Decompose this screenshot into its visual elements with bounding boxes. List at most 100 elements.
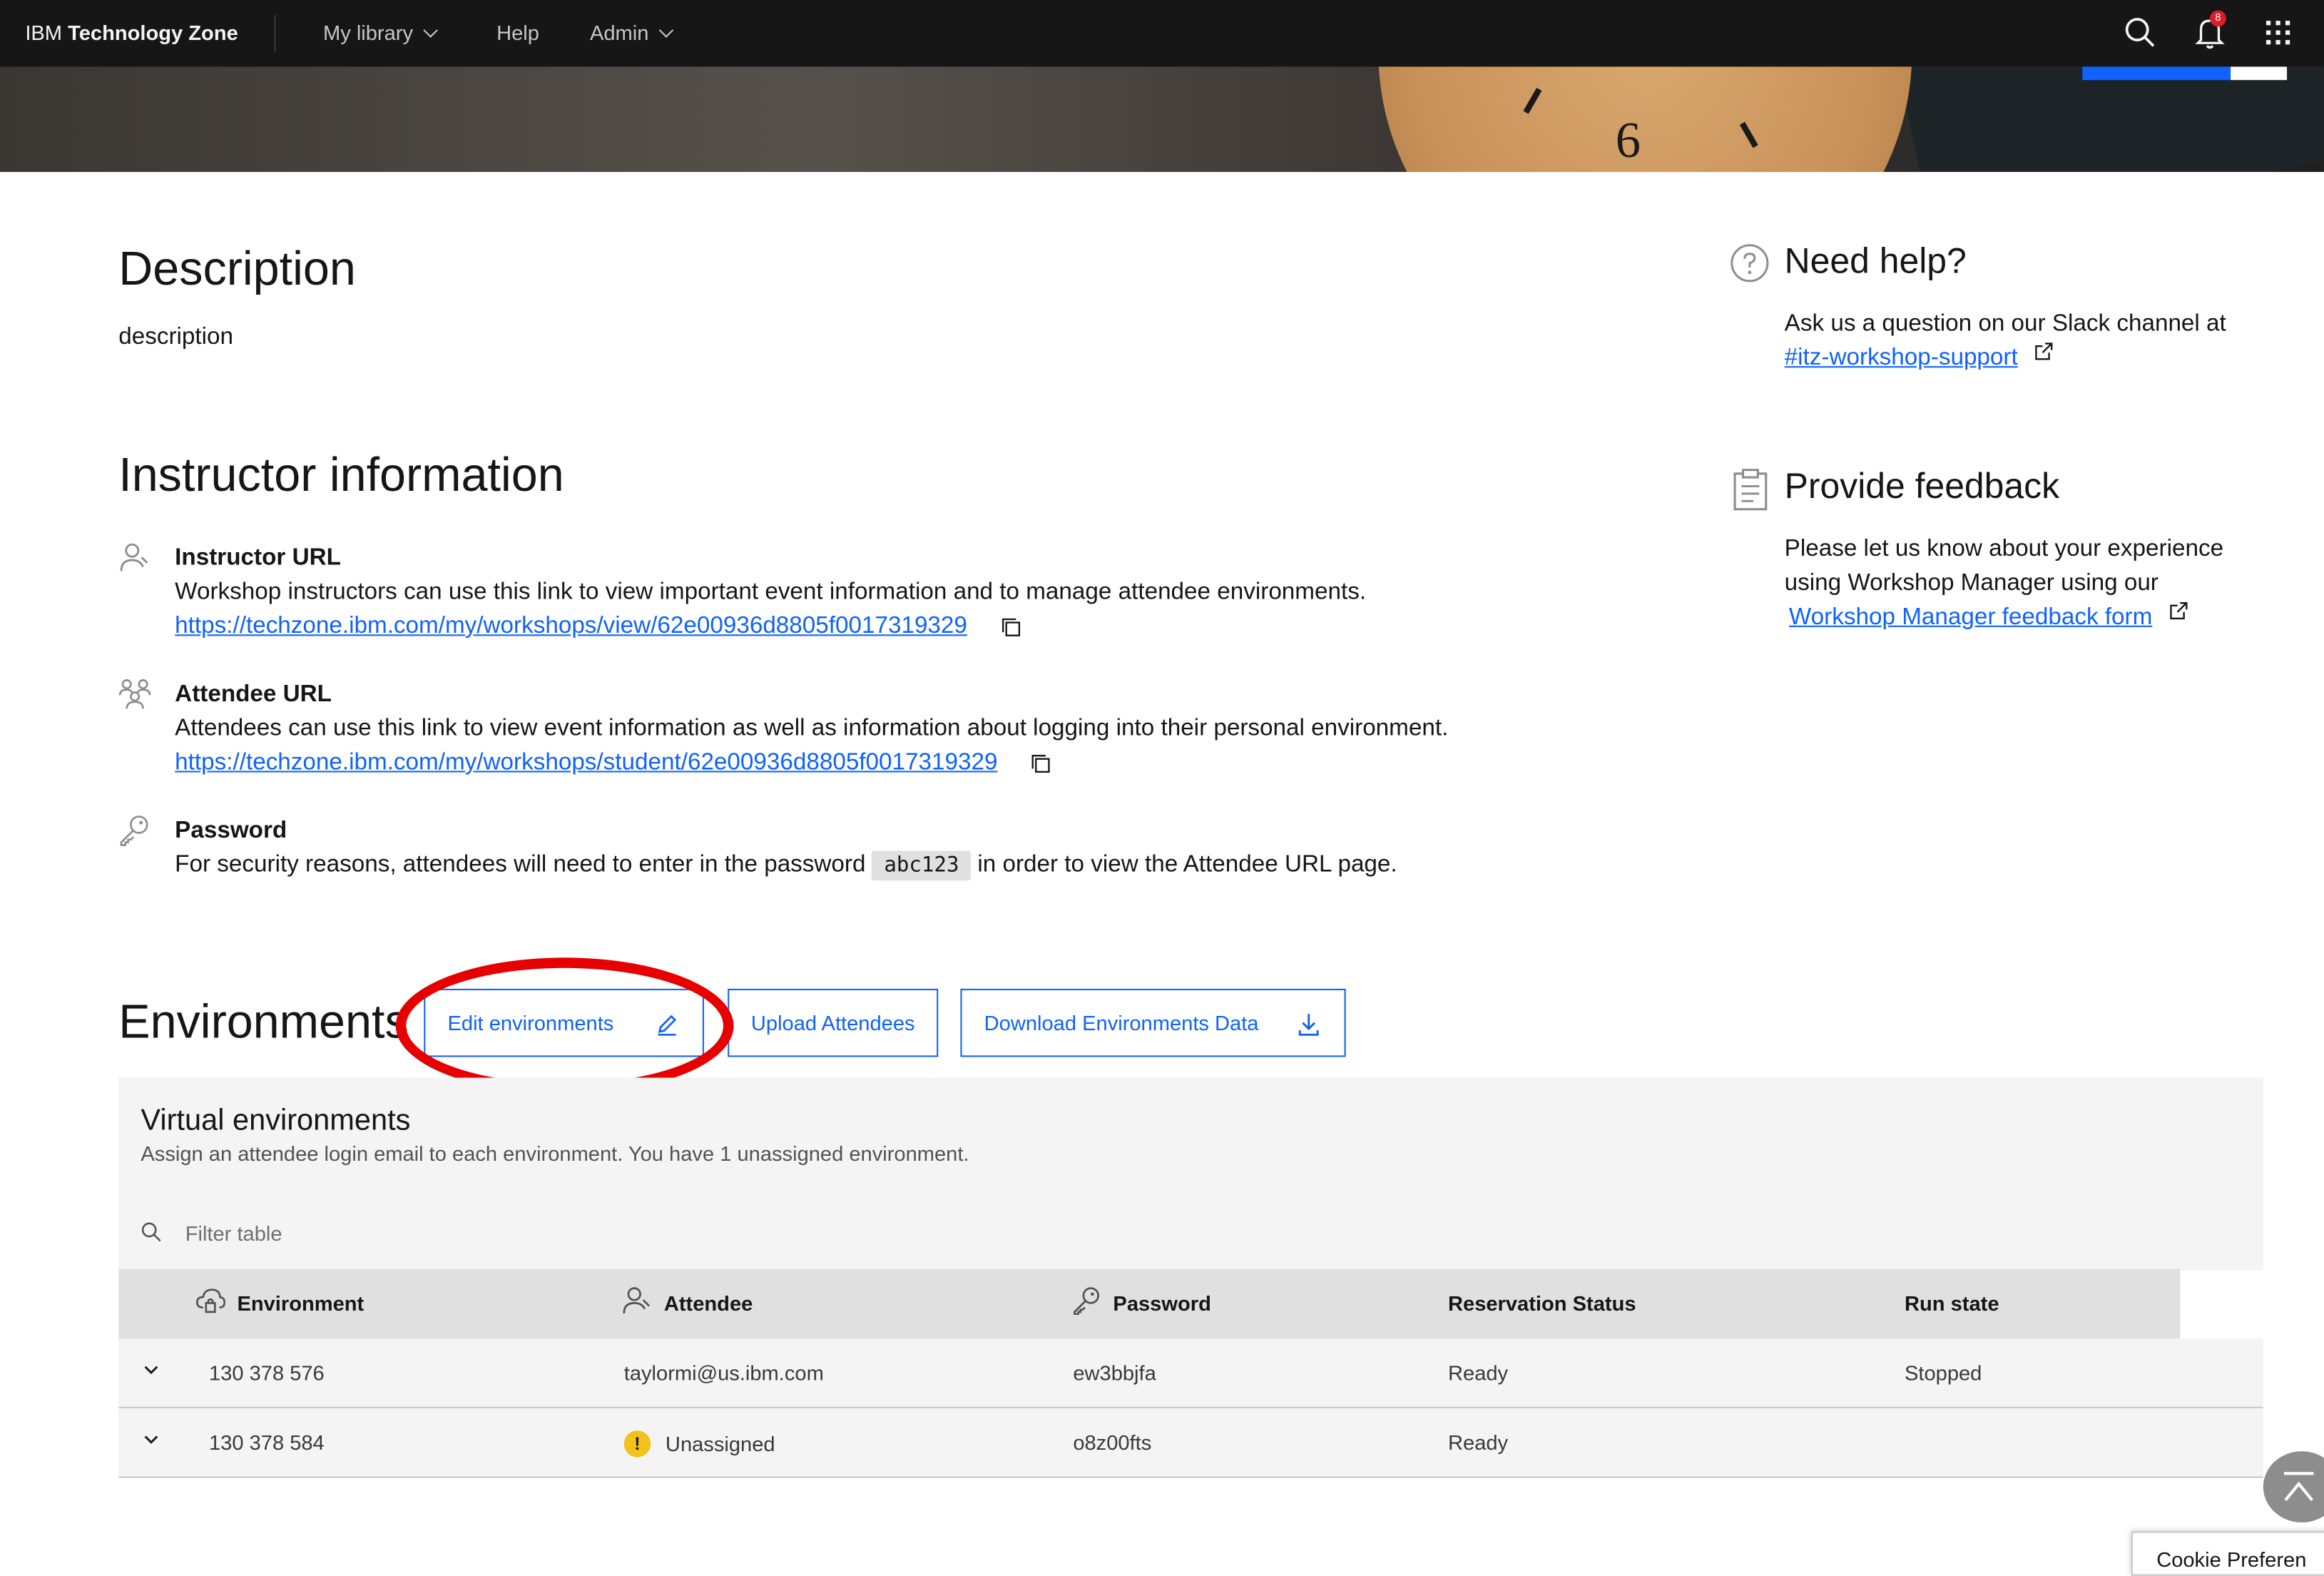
banner-clock-image xyxy=(1378,66,1912,173)
nav-admin[interactable]: Admin xyxy=(589,21,673,45)
cell-environment: 130 378 584 xyxy=(208,1430,325,1455)
warning-icon: ! xyxy=(623,1430,651,1458)
column-run-state-label: Run state xyxy=(1904,1291,1999,1316)
column-password[interactable]: Password xyxy=(1071,1287,1211,1316)
cell-reservation-status: Ready xyxy=(1448,1361,1509,1385)
clock-number: 6 xyxy=(1615,113,1641,169)
description-text: description xyxy=(118,325,233,350)
feedback-text-line2: using Workshop Manager using our xyxy=(1784,570,2159,596)
feedback-text-line1: Please let us know about your experience xyxy=(1784,537,2224,562)
clipboard-icon xyxy=(1733,469,1768,511)
password-desc-before: For security reasons, attendees will nee… xyxy=(175,852,866,878)
cell-reservation-status: Ready xyxy=(1448,1430,1509,1455)
external-link-icon xyxy=(2034,342,2053,360)
description-heading: Description xyxy=(118,241,356,295)
column-environment[interactable]: Environment xyxy=(195,1288,365,1316)
cloud-lock-icon xyxy=(195,1288,225,1313)
virtual-environments-title: Virtual environments xyxy=(141,1104,411,1137)
user-icon xyxy=(120,543,148,571)
password-text: Password For security reasons, attendees… xyxy=(175,814,1397,884)
nav-my-library[interactable]: My library xyxy=(322,21,438,45)
banner-calendar-image xyxy=(1898,66,2324,173)
upload-attendees-label: Upload Attendees xyxy=(750,1011,915,1035)
instructor-url-link[interactable]: https://techzone.ibm.com/my/workshops/vi… xyxy=(175,614,967,639)
nav-divider xyxy=(274,14,276,52)
instructor-url-label: Instructor URL xyxy=(175,545,341,571)
chevron-down-icon xyxy=(658,22,673,37)
attendee-url-link[interactable]: https://techzone.ibm.com/my/workshops/st… xyxy=(175,750,997,775)
provide-feedback-text: Please let us know about your experience… xyxy=(1785,532,2223,634)
table-row[interactable]: 130 378 584 ! Unassigned o8z00fts Ready xyxy=(118,1408,2263,1478)
password-value: abc123 xyxy=(872,850,972,881)
annotation-highlight-ellipse xyxy=(395,957,734,1094)
banner-progress-fill xyxy=(2082,66,2231,81)
need-help-description: Ask us a question on our Slack channel a… xyxy=(1784,311,2226,337)
feedback-form-link[interactable]: Workshop Manager feedback form xyxy=(1789,605,2152,630)
notifications-button[interactable]: 8 xyxy=(2192,10,2228,51)
notification-badge: 8 xyxy=(2209,10,2226,27)
cell-environment: 130 378 576 xyxy=(208,1361,325,1385)
scroll-to-top-button[interactable] xyxy=(2263,1451,2324,1522)
app-switcher-icon[interactable] xyxy=(2261,15,2296,51)
column-password-label: Password xyxy=(1113,1291,1211,1316)
virtual-environments-panel: Virtual environments Assign an attendee … xyxy=(118,1077,2263,1271)
search-icon[interactable] xyxy=(2122,15,2158,51)
copy-icon[interactable] xyxy=(1000,616,1021,637)
attendee-url-text: Attendee URL Attendees can use this link… xyxy=(175,678,1448,780)
cell-attendee[interactable]: ! Unassigned xyxy=(623,1430,775,1458)
attendee-url-label: Attendee URL xyxy=(175,681,332,708)
virtual-environments-subtitle: Assign an attendee login email to each e… xyxy=(141,1141,969,1166)
provide-feedback-title: Provide feedback xyxy=(1784,467,2060,507)
cell-run-state: Stopped xyxy=(1904,1361,1982,1385)
key-icon xyxy=(120,815,148,846)
column-reservation-status-label: Reservation Status xyxy=(1448,1291,1636,1316)
chevron-down-icon[interactable] xyxy=(144,1432,159,1447)
nav-help[interactable]: Help xyxy=(496,21,539,44)
brand-name: Technology Zone xyxy=(68,21,238,45)
page-root: IBM Technology Zone My library Help Admi… xyxy=(0,0,2324,1576)
instructor-url-text: Instructor URL Workshop instructors can … xyxy=(175,541,1366,643)
filter-table-input[interactable]: Filter table xyxy=(185,1221,282,1245)
download-environments-data-button[interactable]: Download Environments Data xyxy=(960,988,1346,1057)
chevron-down-icon xyxy=(422,22,438,37)
banner-progress-track xyxy=(2231,66,2288,81)
brand-prefix: IBM xyxy=(25,21,63,45)
instructor-url-description: Workshop instructors can use this link t… xyxy=(175,579,1367,605)
password-desc-after: in order to view the Attendee URL page. xyxy=(977,852,1397,878)
cell-password: o8z00fts xyxy=(1073,1430,1152,1455)
cell-attendee[interactable]: taylormi@us.ibm.com xyxy=(624,1361,824,1384)
column-environment-label: Environment xyxy=(237,1291,365,1316)
hero-banner: 6 xyxy=(0,66,2324,173)
group-icon xyxy=(118,679,151,709)
user-icon xyxy=(623,1287,651,1313)
table-header: Environment Attendee Password Reservatio… xyxy=(118,1269,2181,1339)
column-attendee[interactable]: Attendee xyxy=(623,1287,753,1316)
slack-channel-link[interactable]: #itz-workshop-support xyxy=(1785,345,2018,370)
download-environments-label: Download Environments Data xyxy=(984,1011,1259,1035)
password-label: Password xyxy=(175,818,287,844)
search-icon xyxy=(141,1222,161,1242)
key-icon xyxy=(1074,1287,1100,1316)
top-nav: IBM Technology Zone My library Help Admi… xyxy=(0,0,2324,67)
nav-admin-label: Admin xyxy=(589,21,649,45)
nav-my-library-label: My library xyxy=(322,21,414,45)
column-run-state[interactable]: Run state xyxy=(1905,1291,1999,1315)
brand-logo[interactable]: IBM Technology Zone xyxy=(25,21,238,44)
help-icon xyxy=(1731,244,1769,283)
cell-attendee-label: Unassigned xyxy=(665,1432,775,1456)
environments-heading: Environments xyxy=(118,995,409,1049)
arrow-up-icon xyxy=(2283,1472,2314,1502)
cookie-preferences-button[interactable]: Cookie Preferen xyxy=(2131,1531,2324,1576)
copy-icon[interactable] xyxy=(1030,753,1051,773)
instructor-heading: Instructor information xyxy=(118,447,564,502)
need-help-title: Need help? xyxy=(1784,241,1967,282)
upload-attendees-button[interactable]: Upload Attendees xyxy=(728,988,939,1057)
table-row[interactable]: 130 378 576 taylormi@us.ibm.com ew3bbjfa… xyxy=(118,1338,2263,1408)
chevron-down-icon[interactable] xyxy=(144,1362,159,1377)
column-reservation-status[interactable]: Reservation Status xyxy=(1448,1291,1636,1315)
external-link-icon xyxy=(2169,601,2187,620)
column-attendee-label: Attendee xyxy=(663,1291,753,1316)
download-icon xyxy=(1298,1014,1319,1036)
nav-help-label: Help xyxy=(496,21,539,45)
cell-password: ew3bbjfa xyxy=(1073,1361,1156,1385)
